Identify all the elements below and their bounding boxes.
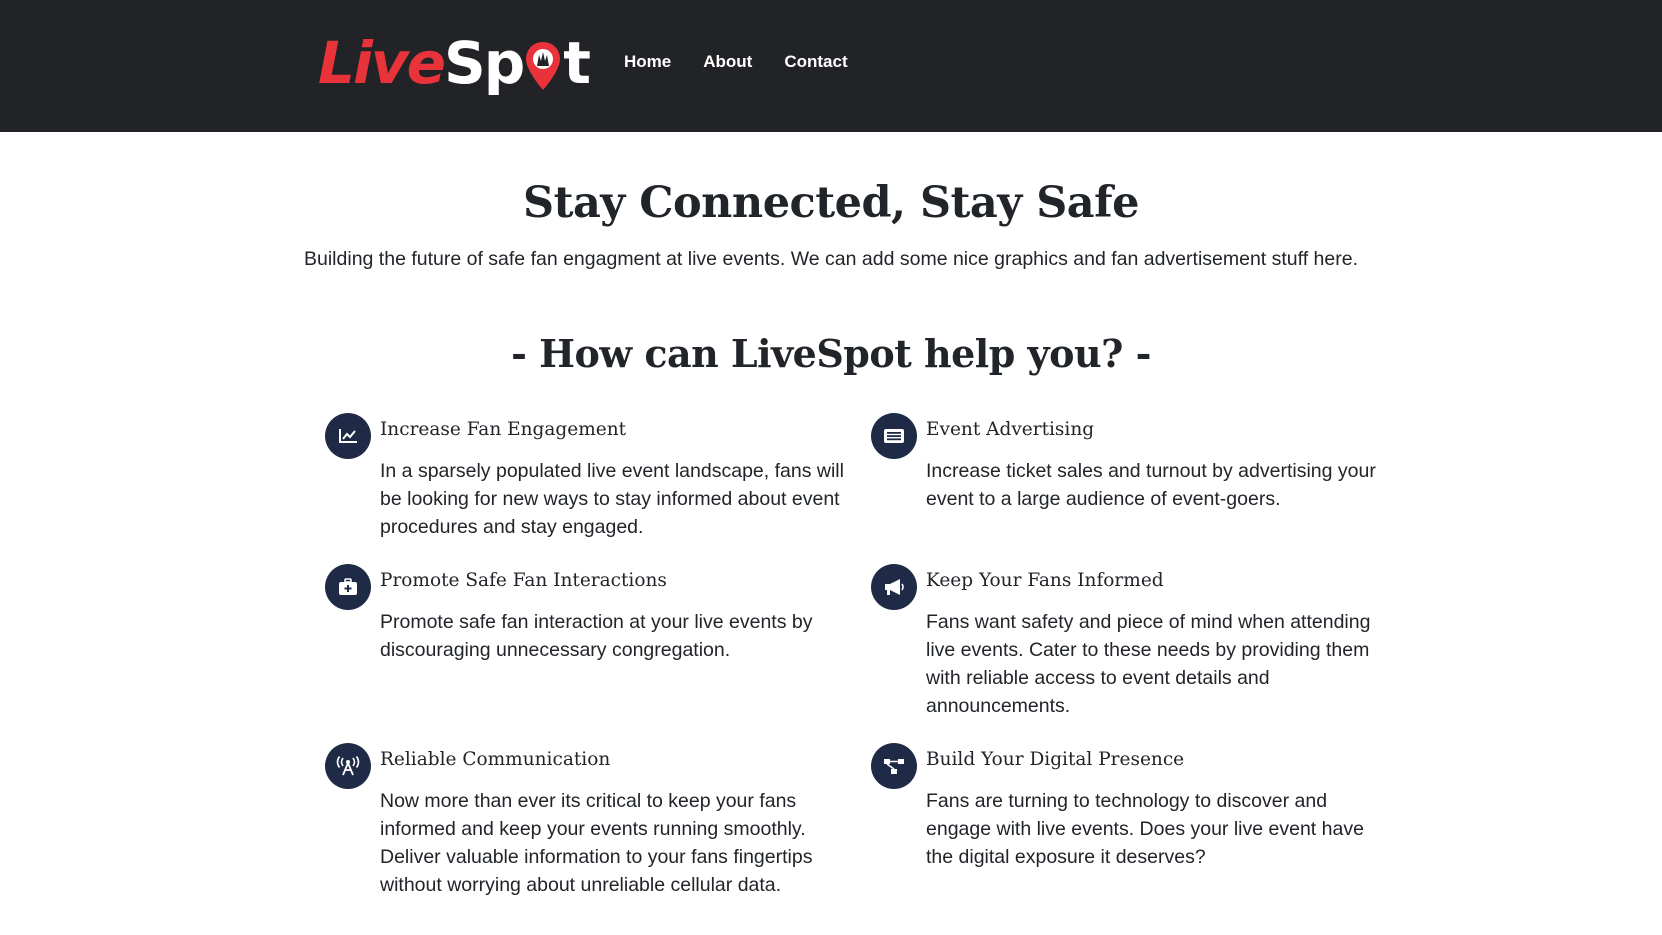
hero-title: Stay Connected, Stay Safe (523, 178, 1139, 228)
feature-description: Fans are turning to technology to discov… (926, 790, 1364, 868)
main-nav: Home About Contact (624, 52, 880, 72)
map-pin-icon (524, 40, 562, 92)
megaphone-icon (871, 564, 917, 610)
feature-description: Now more than ever its critical to keep … (380, 790, 813, 896)
hero-subtitle: Building the future of safe fan engagmen… (304, 248, 1358, 270)
nav-contact-link[interactable]: Contact (784, 52, 847, 72)
logo-sp-text: Sp (443, 29, 525, 97)
feature-title: Event Advertising (926, 419, 1095, 440)
feature-description: Increase ticket sales and turnout by adv… (926, 460, 1376, 510)
logo-spot-text: Sp t (443, 28, 591, 98)
feature-description: In a sparsely populated live event lands… (380, 460, 844, 538)
medkit-icon (325, 564, 371, 610)
broadcast-tower-icon (325, 743, 371, 789)
project-diagram-icon (871, 743, 917, 789)
logo-live-text: Live (318, 29, 446, 97)
section-title: - How can LiveSpot help you? - (511, 331, 1151, 376)
chart-line-icon (325, 413, 371, 459)
logo-t-text: t (563, 29, 591, 97)
nav-about-link[interactable]: About (703, 52, 752, 72)
livespot-logo[interactable]: Live Sp t (318, 28, 591, 98)
newspaper-icon (871, 413, 917, 459)
feature-description: Promote safe fan interaction at your liv… (380, 611, 813, 661)
feature-title: Reliable Communication (380, 749, 611, 770)
nav-home-link[interactable]: Home (624, 52, 671, 72)
feature-title: Build Your Digital Presence (926, 749, 1185, 770)
feature-title: Increase Fan Engagement (380, 419, 627, 440)
feature-title: Keep Your Fans Informed (926, 570, 1164, 591)
navbar: Live Sp t Home About Contact (0, 0, 1662, 132)
feature-title: Promote Safe Fan Interactions (380, 570, 667, 591)
feature-description: Fans want safety and piece of mind when … (926, 611, 1371, 717)
